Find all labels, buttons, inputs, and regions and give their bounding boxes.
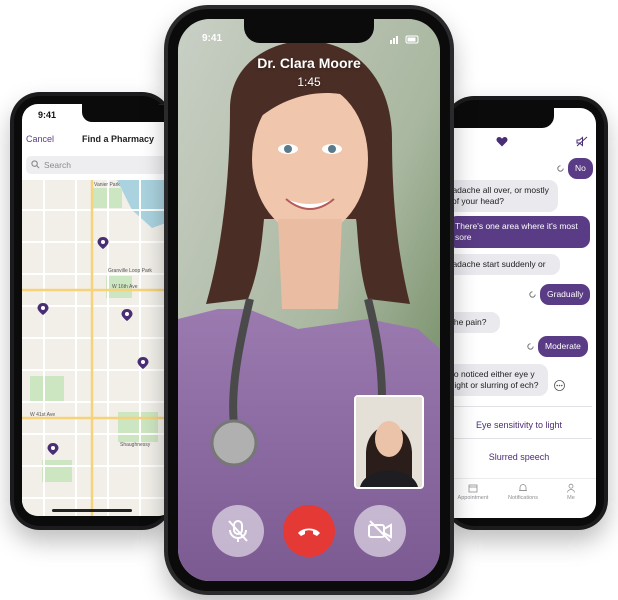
heart-icon: [496, 137, 508, 147]
phone-notch: [82, 104, 174, 122]
chat-screen: No headache all over, or mostly in of yo…: [444, 108, 596, 518]
pharmacy-pin-icon[interactable]: [136, 356, 150, 370]
chat-message-bot: headache start suddenly or: [444, 254, 560, 275]
chat-phone: No headache all over, or mostly in of yo…: [444, 96, 608, 530]
calendar-icon: [468, 484, 478, 493]
video-call-phone: 9:41 Dr. Clara Moore 1:45: [164, 5, 454, 595]
bell-icon: [519, 484, 527, 491]
video-call-screen: 9:41 Dr. Clara Moore 1:45: [178, 19, 440, 581]
search-placeholder: Search: [44, 160, 71, 170]
pharmacy-screen: 9:41 Cancel Find a Pharmacy Search Vanie…: [22, 104, 174, 516]
divider: [450, 406, 592, 407]
search-icon: [31, 160, 40, 169]
map-label: W 16th Ave: [112, 284, 138, 290]
chat-message-user: No: [568, 158, 593, 179]
pharmacy-phone: 9:41 Cancel Find a Pharmacy Search Vanie…: [10, 92, 174, 530]
refresh-icon[interactable]: [556, 164, 565, 173]
home-indicator: [52, 509, 132, 512]
tab-label: Notifications: [508, 495, 538, 501]
tab-appointment[interactable]: Appointment: [448, 483, 498, 501]
mute-icon[interactable]: [576, 136, 588, 147]
mic-off-icon: [228, 520, 248, 542]
map-label: Vanier Park: [94, 182, 120, 188]
refresh-icon[interactable]: [528, 290, 537, 299]
status-time: 9:41: [38, 110, 57, 120]
cancel-button[interactable]: Cancel: [26, 134, 54, 144]
map-label: Shaughnessy: [120, 442, 151, 448]
pharmacy-pin-icon[interactable]: [46, 442, 60, 456]
search-input[interactable]: Search: [26, 156, 174, 174]
phone-notch: [244, 19, 374, 43]
camera-off-button[interactable]: [354, 505, 406, 557]
pharmacy-pin-icon[interactable]: [96, 236, 110, 250]
self-view[interactable]: [354, 395, 424, 489]
map-streets: [22, 180, 174, 516]
refresh-icon[interactable]: [526, 342, 535, 351]
caller-name: Dr. Clara Moore: [257, 55, 361, 71]
chat-message-bot: headache all over, or mostly in of your …: [444, 180, 558, 212]
divider: [450, 438, 592, 439]
call-duration: 1:45: [297, 75, 321, 89]
chat-message-bot: also noticed either eye y to light or sl…: [444, 364, 548, 396]
tab-label: Appointment: [457, 495, 489, 501]
status-icons: [390, 35, 419, 44]
map-label: Granville Loop Park: [108, 268, 152, 274]
map-label: W 41st Ave: [30, 412, 56, 418]
self-video-feed: [356, 397, 422, 487]
tab-notifications[interactable]: Notifications: [498, 483, 548, 501]
pharmacy-pin-icon[interactable]: [36, 302, 50, 316]
end-call-button[interactable]: [283, 505, 335, 557]
person-icon: [567, 483, 575, 493]
pharmacy-map[interactable]: Vanier Park Granville Loop Park W 16th A…: [22, 180, 174, 516]
page-title: Find a Pharmacy: [82, 134, 155, 144]
hang-up-icon: [298, 528, 320, 536]
chat-message-user: Gradually: [540, 284, 591, 305]
chat-message-user: Moderate: [538, 336, 588, 357]
video-off-icon: [368, 520, 392, 542]
option-slurred-speech[interactable]: Slurred speech: [444, 452, 594, 462]
mute-mic-button[interactable]: [212, 505, 264, 557]
tab-label: Me: [567, 495, 575, 501]
nav-bar: Cancel Find a Pharmacy: [22, 130, 174, 150]
tab-me[interactable]: Me: [546, 483, 596, 501]
chat-header: [444, 132, 596, 152]
option-eye-sensitivity[interactable]: Eye sensitivity to light: [444, 420, 594, 430]
phone-notch: [444, 108, 554, 128]
doctor-video-feed: [178, 19, 440, 581]
more-icon[interactable]: [554, 380, 565, 391]
pharmacy-pin-icon[interactable]: [120, 308, 134, 322]
tab-bar: Appointment Notifications Me: [444, 478, 596, 518]
status-time: 9:41: [202, 33, 223, 44]
chat-message-user: There's one area where it's most sore: [448, 216, 590, 248]
